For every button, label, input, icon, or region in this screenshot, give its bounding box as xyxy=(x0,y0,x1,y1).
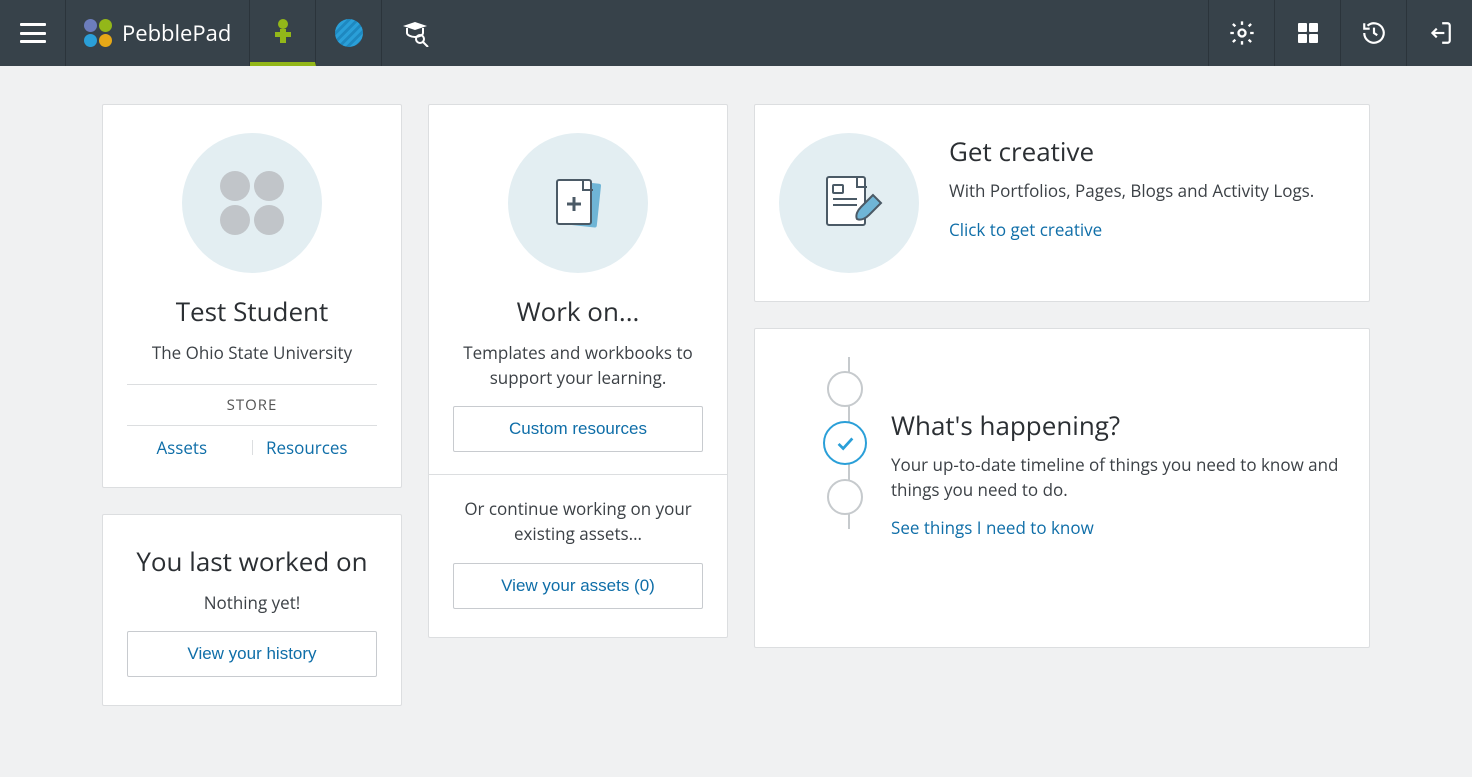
work-on-card: Work on... Templates and workbooks to su… xyxy=(428,104,728,638)
globe-icon xyxy=(335,19,363,47)
avatar-circle xyxy=(182,133,322,273)
profile-name: Test Student xyxy=(127,293,377,329)
store-label: STORE xyxy=(127,395,377,415)
get-creative-card: Get creative With Portfolios, Pages, Blo… xyxy=(754,104,1370,302)
brand-home[interactable]: PebblePad xyxy=(66,0,250,66)
history-button[interactable] xyxy=(1340,0,1406,66)
work-on-desc: Templates and workbooks to support your … xyxy=(453,341,703,390)
whats-happening-card: What's happening? Your up-to-date timeli… xyxy=(754,328,1370,648)
profile-card: Test Student The Ohio State University S… xyxy=(102,104,402,488)
menu-button[interactable] xyxy=(0,0,66,66)
hamburger-icon xyxy=(20,23,46,43)
gear-icon xyxy=(1228,19,1256,47)
resources-link[interactable]: Resources xyxy=(266,436,348,459)
doc-paintbrush-icon xyxy=(811,165,887,241)
happening-title: What's happening? xyxy=(891,407,1345,443)
view-assets-button[interactable]: View your assets (0) xyxy=(453,563,703,609)
custom-resources-button[interactable]: Custom resources xyxy=(453,406,703,452)
nav-atlas[interactable] xyxy=(316,0,382,66)
grid-icon xyxy=(1296,21,1320,45)
last-worked-card: You last worked on Nothing yet! View you… xyxy=(102,514,402,707)
work-on-title: Work on... xyxy=(453,293,703,329)
assets-link[interactable]: Assets xyxy=(156,436,207,459)
apps-button[interactable] xyxy=(1274,0,1340,66)
creative-link[interactable]: Click to get creative xyxy=(949,218,1102,241)
creative-icon-circle xyxy=(779,133,919,273)
profile-org: The Ohio State University xyxy=(127,341,377,366)
template-doc-icon xyxy=(543,168,613,238)
timeline-icon xyxy=(827,357,871,529)
nav-pebbleplus[interactable] xyxy=(250,0,316,66)
top-navbar: PebblePad xyxy=(0,0,1472,66)
creative-title: Get creative xyxy=(949,133,1345,169)
work-on-icon-circle xyxy=(508,133,648,273)
person-plus-icon xyxy=(269,17,297,45)
work-on-continue: Or continue working on your existing ass… xyxy=(453,497,703,546)
happening-desc: Your up-to-date timeline of things you n… xyxy=(891,453,1345,502)
avatar-placeholder-icon xyxy=(220,171,284,235)
clock-history-icon xyxy=(1361,20,1387,46)
logout-icon xyxy=(1427,20,1453,46)
happening-link[interactable]: See things I need to know xyxy=(891,516,1094,539)
creative-desc: With Portfolios, Pages, Blogs and Activi… xyxy=(949,179,1345,204)
brand-logo-icon xyxy=(84,19,112,47)
main-content: Test Student The Ohio State University S… xyxy=(0,66,1472,777)
view-history-button[interactable]: View your history xyxy=(127,631,377,677)
settings-button[interactable] xyxy=(1208,0,1274,66)
nav-learning-centre[interactable] xyxy=(382,0,448,66)
last-worked-title: You last worked on xyxy=(127,543,377,579)
brand-name: PebblePad xyxy=(122,18,231,48)
graduate-search-icon xyxy=(400,19,430,47)
logout-button[interactable] xyxy=(1406,0,1472,66)
last-worked-empty: Nothing yet! xyxy=(127,591,377,616)
